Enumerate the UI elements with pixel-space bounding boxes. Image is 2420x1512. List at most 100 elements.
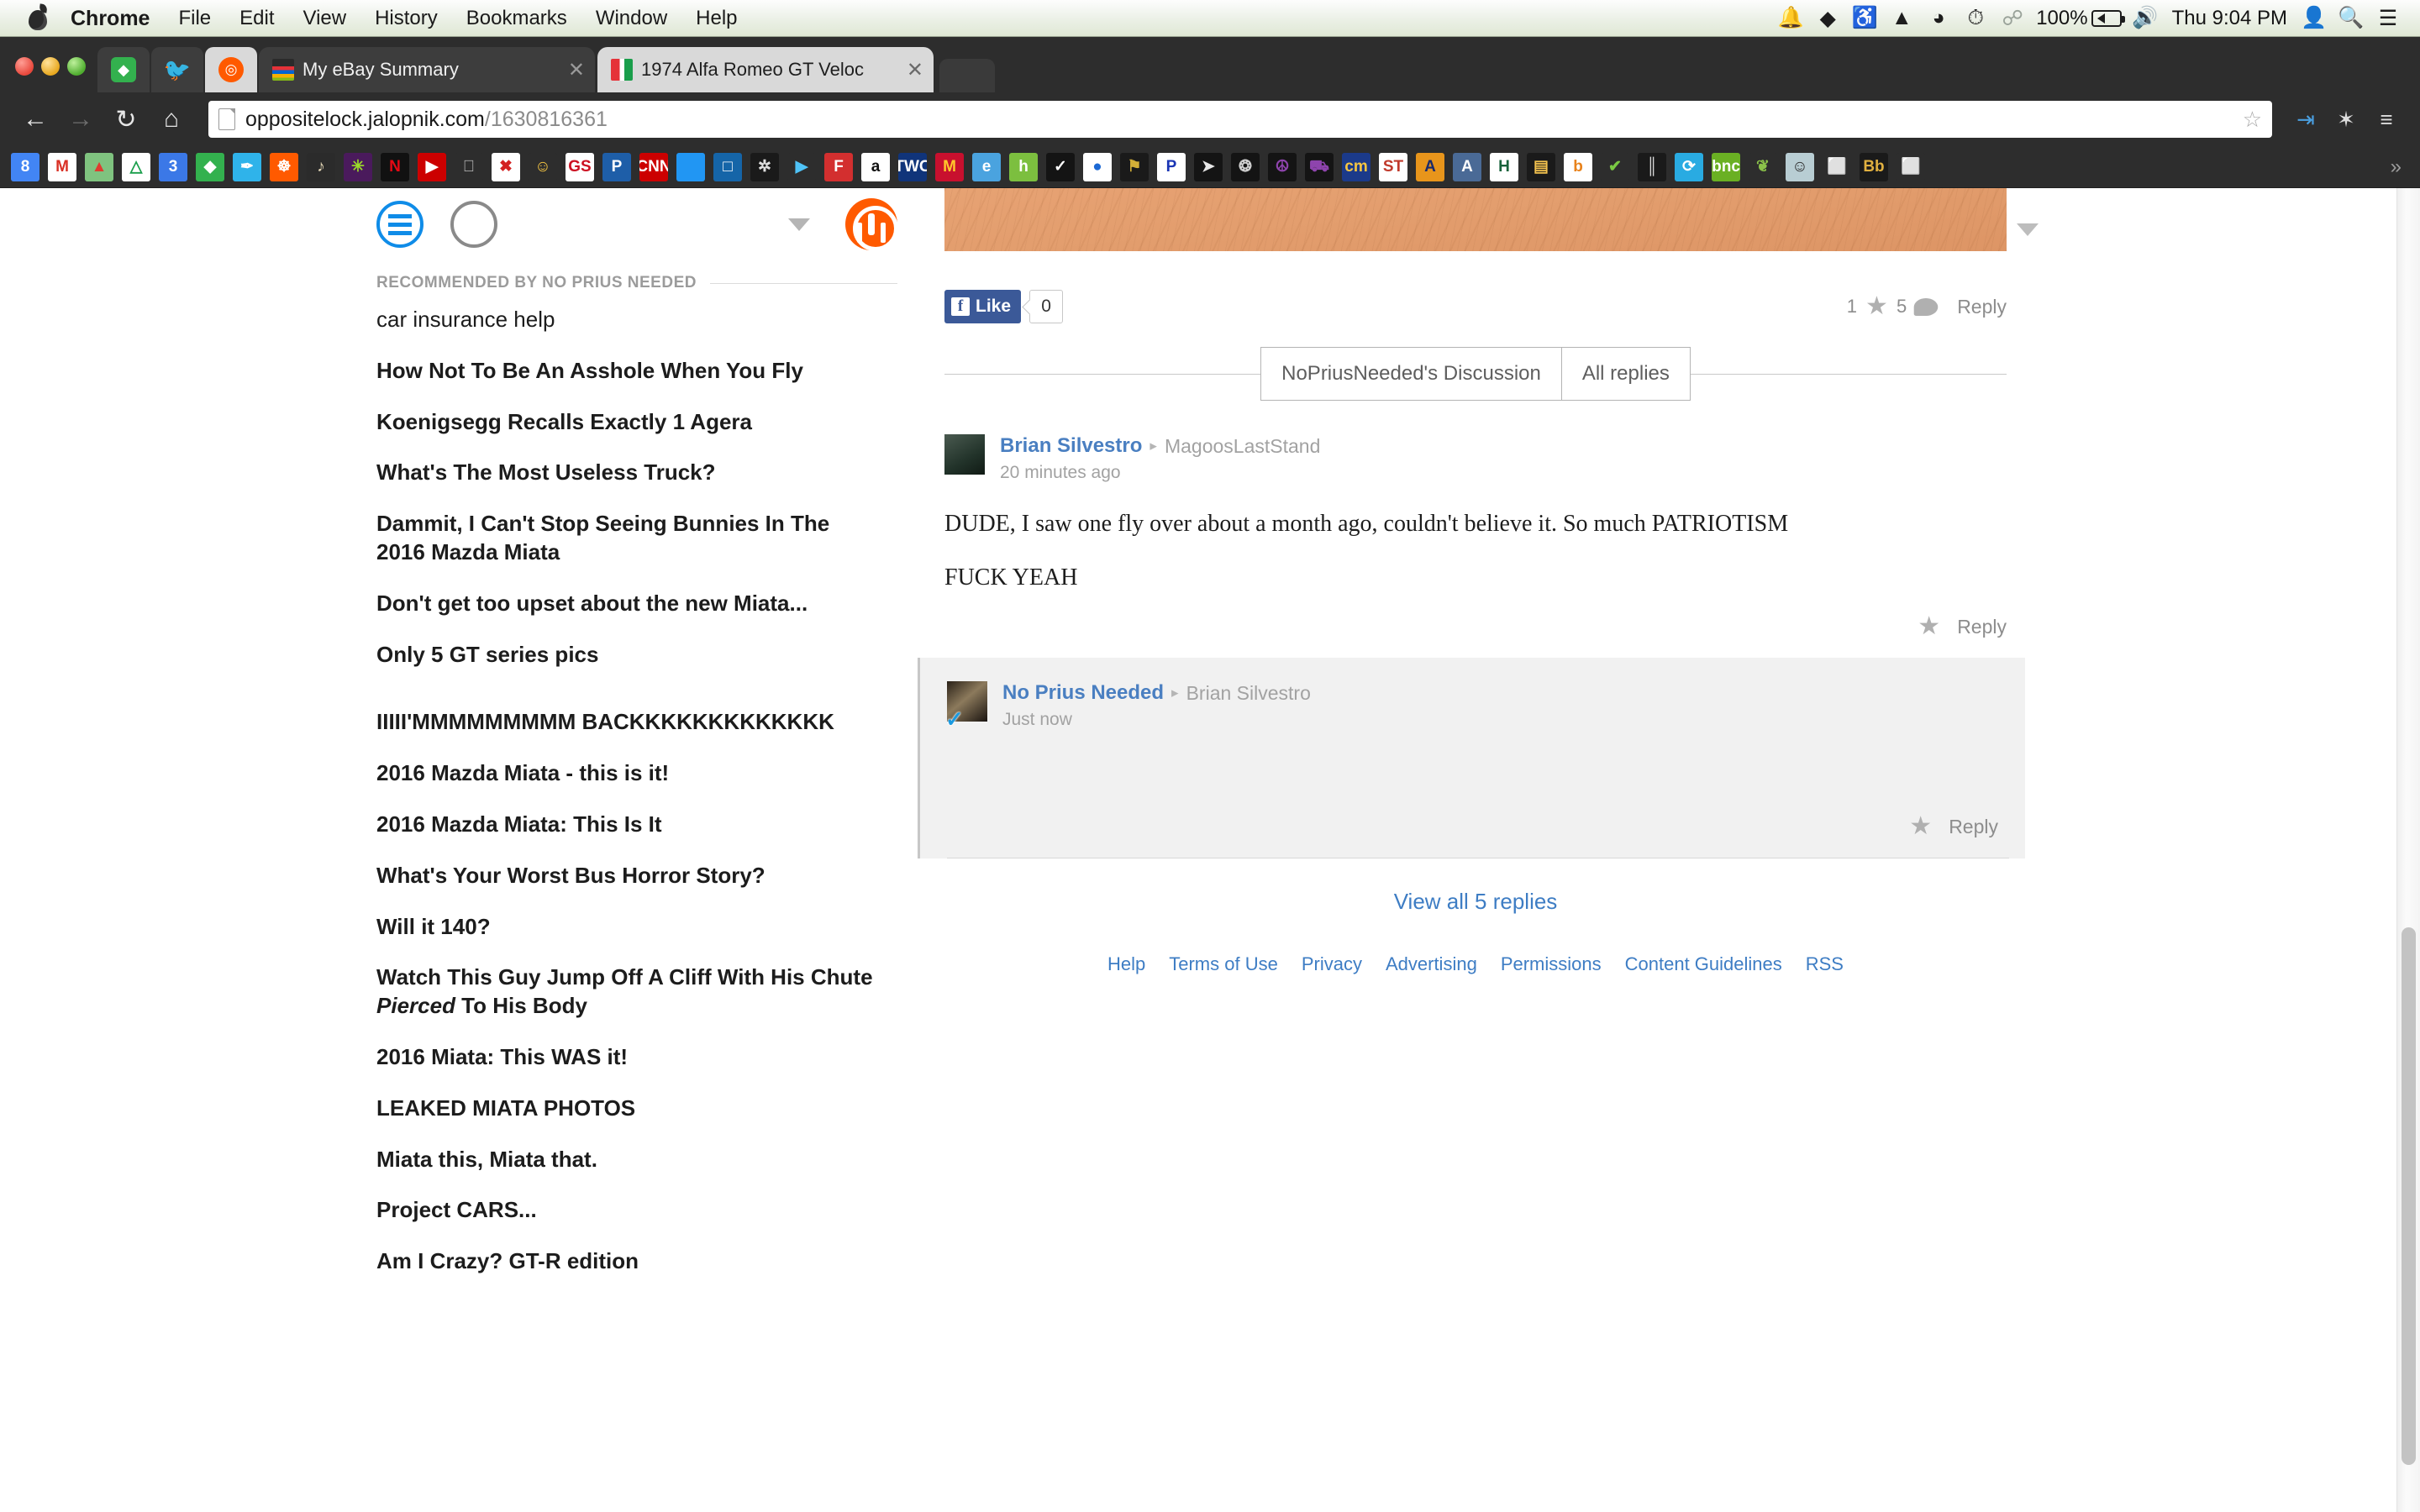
- bookmark-twc[interactable]: TWC: [898, 152, 927, 181]
- bookmark-gs[interactable]: GS: [566, 152, 594, 181]
- view-all-replies-link[interactable]: View all 5 replies: [944, 889, 2007, 915]
- brian-silvestro-avatar[interactable]: [944, 434, 985, 475]
- bookmark-blue-tile[interactable]: [676, 152, 705, 181]
- facebook-like-widget[interactable]: f Like 0: [944, 290, 1064, 323]
- bookmark-google[interactable]: 8: [11, 152, 39, 181]
- apple-logo-icon[interactable]: [22, 2, 55, 35]
- hamburger-menu-icon[interactable]: [376, 201, 424, 248]
- sidebar-link[interactable]: Am I Crazy? GT-R edition: [376, 1247, 881, 1276]
- menu-item-file[interactable]: File: [164, 0, 225, 37]
- airplay-icon[interactable]: ▲: [1883, 0, 1920, 37]
- menu-item-window[interactable]: Window: [581, 0, 681, 37]
- bookmark-bs[interactable]: b: [1564, 152, 1592, 181]
- bookmark-twitter[interactable]: ✒: [233, 152, 261, 181]
- time-machine-icon[interactable]: ⏱: [1957, 0, 1994, 37]
- menu-bar-clock[interactable]: Thu 9:04 PM: [2164, 7, 2296, 30]
- oppositelock-logo-icon[interactable]: [845, 198, 898, 251]
- forward-button[interactable]: →: [60, 99, 101, 139]
- footer-link-advertising[interactable]: Advertising: [1386, 953, 1477, 975]
- sidebar-link[interactable]: IIIII'MMMMMMMMM BACKKKKKKKKKKKKK: [376, 708, 881, 737]
- bookmark-rss-reader[interactable]: e: [972, 152, 1001, 181]
- bookmark-peace[interactable]: ☮: [1268, 152, 1297, 181]
- bookmark-blank-doc-2[interactable]: ⬜: [1897, 152, 1925, 181]
- reply-button[interactable]: Reply: [1957, 296, 2007, 318]
- footer-link-permissions[interactable]: Permissions: [1501, 953, 1602, 975]
- minimize-button[interactable]: [41, 57, 60, 76]
- comment-author-link[interactable]: No Prius Needed: [1002, 681, 1164, 705]
- bookmark-wing[interactable]: ➤: [1194, 152, 1223, 181]
- comment-parent-author[interactable]: MagoosLastStand: [1165, 435, 1320, 458]
- bookmark-cartoon[interactable]: ☺: [529, 152, 557, 181]
- bookmark-netflix[interactable]: N: [381, 152, 409, 181]
- footer-link-content-guidelines[interactable]: Content Guidelines: [1625, 953, 1782, 975]
- comment-author-link[interactable]: Brian Silvestro: [1000, 434, 1142, 458]
- wifi-icon[interactable]: ◕: [1920, 0, 1957, 37]
- sidebar-link[interactable]: Koenigsegg Recalls Exactly 1 Agera: [376, 408, 881, 437]
- bookmark-waffle[interactable]: ✲: [750, 152, 779, 181]
- chevron-down-icon[interactable]: [2017, 223, 2039, 236]
- bookmark-checkmark[interactable]: ✔: [1601, 152, 1629, 181]
- twitter-pinned-tab[interactable]: 🐦: [151, 47, 203, 92]
- tab-all-replies[interactable]: All replies: [1560, 348, 1690, 400]
- tab-close-icon[interactable]: ✕: [907, 58, 923, 82]
- chevron-down-icon[interactable]: [788, 218, 810, 231]
- sidebar-link[interactable]: LEAKED MIATA PHOTOS: [376, 1095, 881, 1123]
- sidebar-link[interactable]: What's Your Worst Bus Horror Story?: [376, 862, 881, 890]
- sidebar-link[interactable]: 2016 Miata: This WAS it!: [376, 1043, 881, 1072]
- bookmark-nike[interactable]: ✓: [1046, 152, 1075, 181]
- reply-button[interactable]: Reply: [1957, 616, 2007, 638]
- reply-button[interactable]: Reply: [1949, 816, 1998, 838]
- comment-parent-author[interactable]: Brian Silvestro: [1186, 682, 1311, 705]
- bookmark-h-green[interactable]: H: [1490, 152, 1518, 181]
- browser-tab-alfa-romeo[interactable]: 1974 Alfa Romeo GT Veloc ✕: [597, 47, 934, 92]
- notification-center-icon[interactable]: ☰: [2370, 0, 2407, 37]
- bookmark-music[interactable]: ♪: [307, 152, 335, 181]
- menu-item-help[interactable]: Help: [681, 0, 751, 37]
- bookmark-star-icon[interactable]: ☆: [2243, 107, 2262, 133]
- bookmark-cm[interactable]: cm: [1342, 152, 1370, 181]
- oppositelock-pinned-tab[interactable]: ◎: [205, 47, 257, 92]
- bookmark-google-play[interactable]: ▶: [787, 152, 816, 181]
- sidebar-link[interactable]: Will it 140?: [376, 913, 881, 942]
- share-icon[interactable]: ⇥: [2287, 101, 2324, 138]
- footer-link-terms-of-use[interactable]: Terms of Use: [1169, 953, 1278, 975]
- sidebar-link[interactable]: car insurance help: [376, 306, 881, 334]
- sidebar-link[interactable]: Miata this, Miata that.: [376, 1146, 881, 1174]
- bookmark-amazon[interactable]: a: [861, 152, 890, 181]
- footer-link-privacy[interactable]: Privacy: [1302, 953, 1362, 975]
- bell-icon[interactable]: 🔔: [1772, 0, 1809, 37]
- bookmark-bmw[interactable]: ●: [1083, 152, 1112, 181]
- bookmark-face[interactable]: ☺: [1786, 152, 1814, 181]
- menu-item-history[interactable]: History: [360, 0, 452, 37]
- zoom-button[interactable]: [67, 57, 86, 76]
- address-bar[interactable]: oppositelock.jalopnik.com/1630816361 ☆: [208, 101, 2272, 138]
- star-icon[interactable]: ★: [1918, 614, 1940, 639]
- facebook-like-button[interactable]: f Like: [944, 290, 1022, 323]
- bookmark-chase[interactable]: □: [713, 152, 742, 181]
- bookmark-colorbar[interactable]: ▤: [1527, 152, 1555, 181]
- star-icon[interactable]: ★: [1909, 814, 1932, 839]
- volume-icon[interactable]: 🔊: [2127, 0, 2164, 37]
- extension-icon[interactable]: ✶: [2328, 101, 2365, 138]
- sidebar-link[interactable]: Watch This Guy Jump Off A Cliff With His…: [376, 963, 881, 1021]
- sidebar-link[interactable]: 2016 Mazda Miata: This Is It: [376, 811, 881, 839]
- bookmark-mcdonalds[interactable]: M: [935, 152, 964, 181]
- back-button[interactable]: ←: [15, 99, 55, 139]
- bookmark-slack[interactable]: ✳: [344, 152, 372, 181]
- reload-button[interactable]: ↻: [106, 99, 146, 139]
- sidebar-link[interactable]: Dammit, I Can't Stop Seeing Bunnies In T…: [376, 510, 881, 567]
- sidebar-link[interactable]: Only 5 GT series pics: [376, 641, 881, 669]
- bookmark-gate[interactable]: ║: [1638, 152, 1666, 181]
- bookmark-parking[interactable]: P: [1157, 152, 1186, 181]
- battery-icon[interactable]: 100%: [2031, 7, 2126, 30]
- user-icon[interactable]: 👤: [2296, 0, 2333, 37]
- vertical-scrollbar[interactable]: [2396, 188, 2420, 1512]
- bookmark-jalopnik[interactable]: ✖: [492, 152, 520, 181]
- bookmark-oppositelock[interactable]: ☸: [270, 152, 298, 181]
- bookmark-bnc[interactable]: bnc: [1712, 152, 1740, 181]
- bookmark-blackboard[interactable]: Bb: [1860, 152, 1888, 181]
- bookmark-lasso[interactable]: ⟳: [1675, 152, 1703, 181]
- sidebar-link[interactable]: Project CARS...: [376, 1196, 881, 1225]
- footer-link-help[interactable]: Help: [1107, 953, 1145, 975]
- close-button[interactable]: [15, 57, 34, 76]
